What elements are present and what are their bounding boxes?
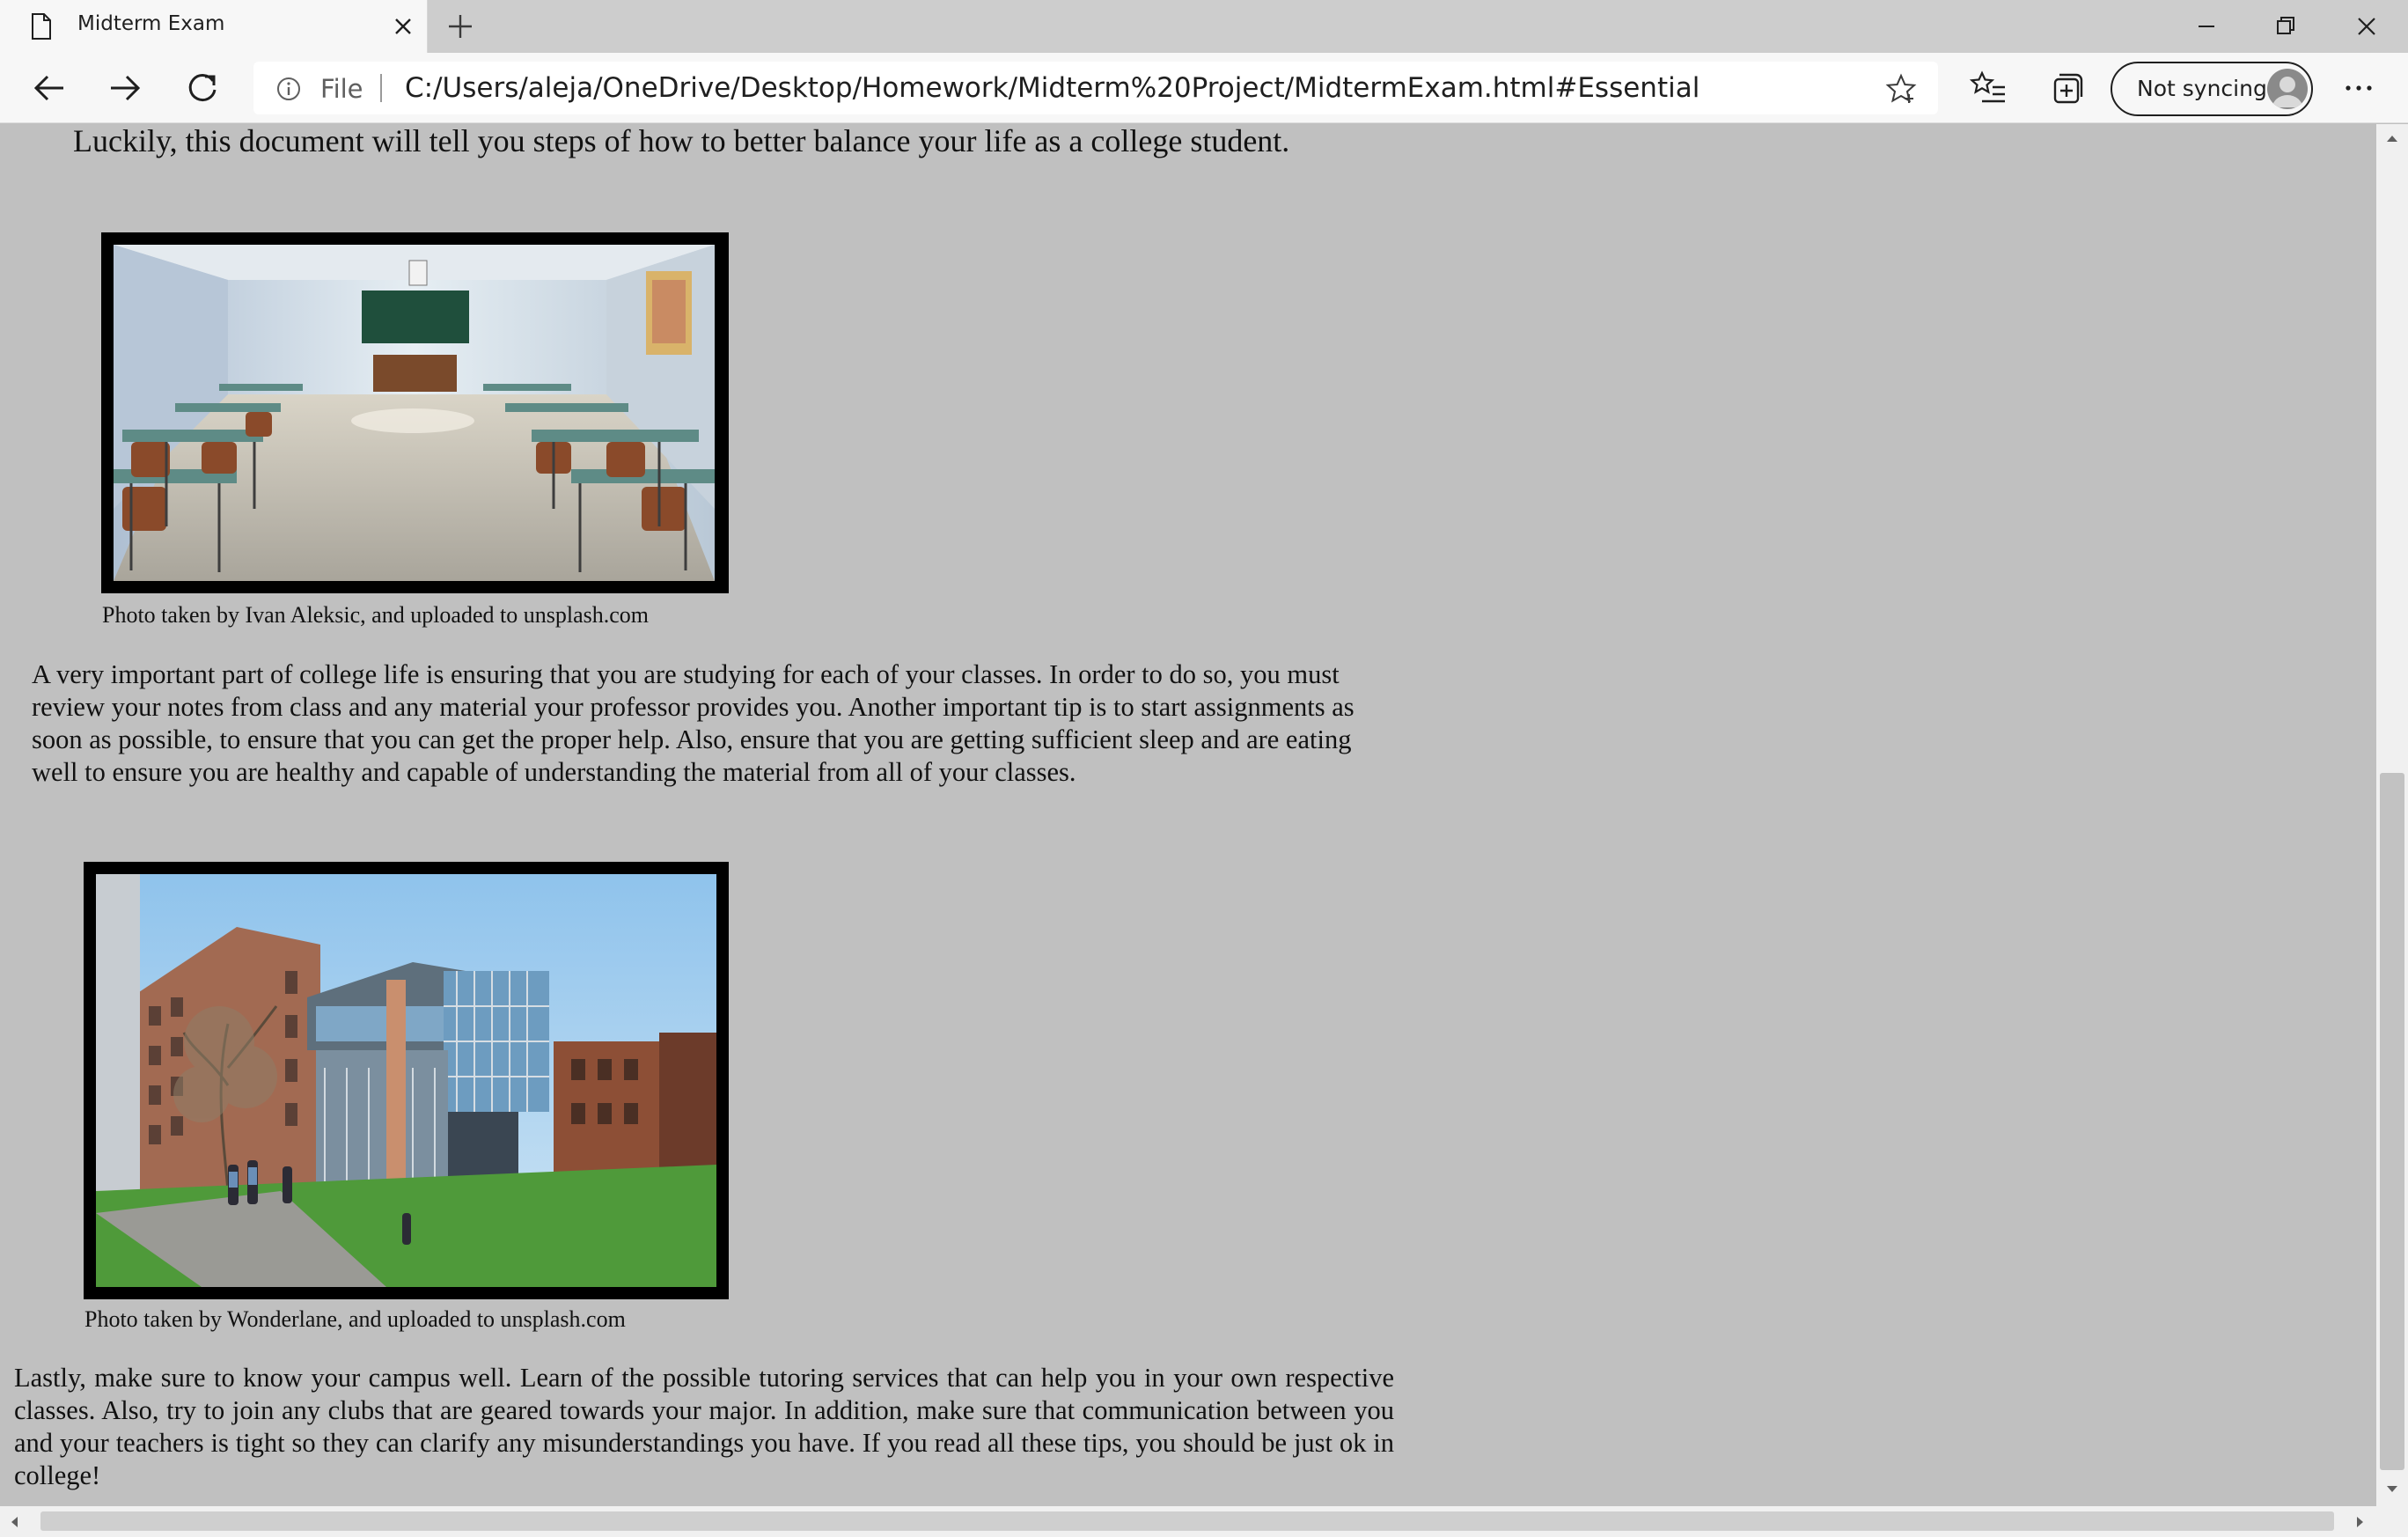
plus-icon[interactable] <box>445 13 475 40</box>
horizontal-scrollbar[interactable] <box>0 1506 2376 1537</box>
page-icon <box>32 13 51 40</box>
tab-midterm-exam[interactable]: Midterm Exam <box>0 0 428 53</box>
photo-caption: Photo taken by Ivan Aleksic, and uploade… <box>102 602 650 628</box>
star-add-icon[interactable] <box>1885 73 1917 105</box>
url-text[interactable]: C:/Users/aleja/OneDrive/Desktop/Homework… <box>405 72 1700 104</box>
user-avatar-icon <box>2267 69 2308 109</box>
browser-toolbar: File C:/Users/aleja/OneDrive/Desktop/Hom… <box>0 53 2408 123</box>
classroom-photo-frame <box>101 232 729 593</box>
address-bar[interactable]: File C:/Users/aleja/OneDrive/Desktop/Hom… <box>253 62 1938 114</box>
scheme-label: File <box>320 74 363 104</box>
restore-icon[interactable] <box>2246 0 2325 53</box>
collections-icon[interactable] <box>2047 69 2086 107</box>
campus-tips-paragraph: Lastly, make sure to know your campus we… <box>14 1363 1394 1490</box>
sync-status-label: Not syncing <box>2137 76 2267 101</box>
tab-title: Midterm Exam <box>77 12 225 35</box>
minimize-icon[interactable] <box>2167 0 2246 53</box>
campus-photo-frame <box>84 862 729 1299</box>
scroll-down-arrow-icon[interactable] <box>2383 1481 2401 1498</box>
info-icon[interactable] <box>276 77 301 101</box>
scroll-left-arrow-icon[interactable] <box>5 1513 23 1531</box>
address-divider <box>380 74 382 102</box>
scrollbar-corner <box>2376 1506 2408 1537</box>
study-tips-paragraph: A very important part of college life is… <box>32 659 1354 787</box>
intro-text: Luckily, this document will tell you ste… <box>73 124 1290 158</box>
page-content: Luckily, this document will tell you ste… <box>0 124 2376 1506</box>
reload-icon[interactable] <box>183 69 222 107</box>
horizontal-scroll-thumb[interactable] <box>40 1511 2334 1531</box>
photo-caption: Photo taken by Wonderlane, and uploaded … <box>84 1306 626 1332</box>
scroll-up-arrow-icon[interactable] <box>2383 129 2401 147</box>
vertical-scroll-thumb[interactable] <box>2380 773 2404 1470</box>
vertical-scrollbar[interactable] <box>2376 124 2408 1506</box>
scroll-right-arrow-icon[interactable] <box>2352 1513 2369 1531</box>
back-arrow-icon[interactable] <box>30 69 69 107</box>
window-close-icon[interactable] <box>2327 0 2406 53</box>
close-icon[interactable] <box>393 16 414 37</box>
campus-photo <box>96 874 716 1287</box>
forward-arrow-icon[interactable] <box>106 69 144 107</box>
classroom-photo <box>114 245 715 581</box>
more-icon[interactable] <box>2339 72 2378 104</box>
favorites-icon[interactable] <box>1970 69 2008 107</box>
profile-sync-button[interactable]: Not syncing <box>2111 62 2313 116</box>
tab-strip: Midterm Exam <box>0 0 2408 53</box>
